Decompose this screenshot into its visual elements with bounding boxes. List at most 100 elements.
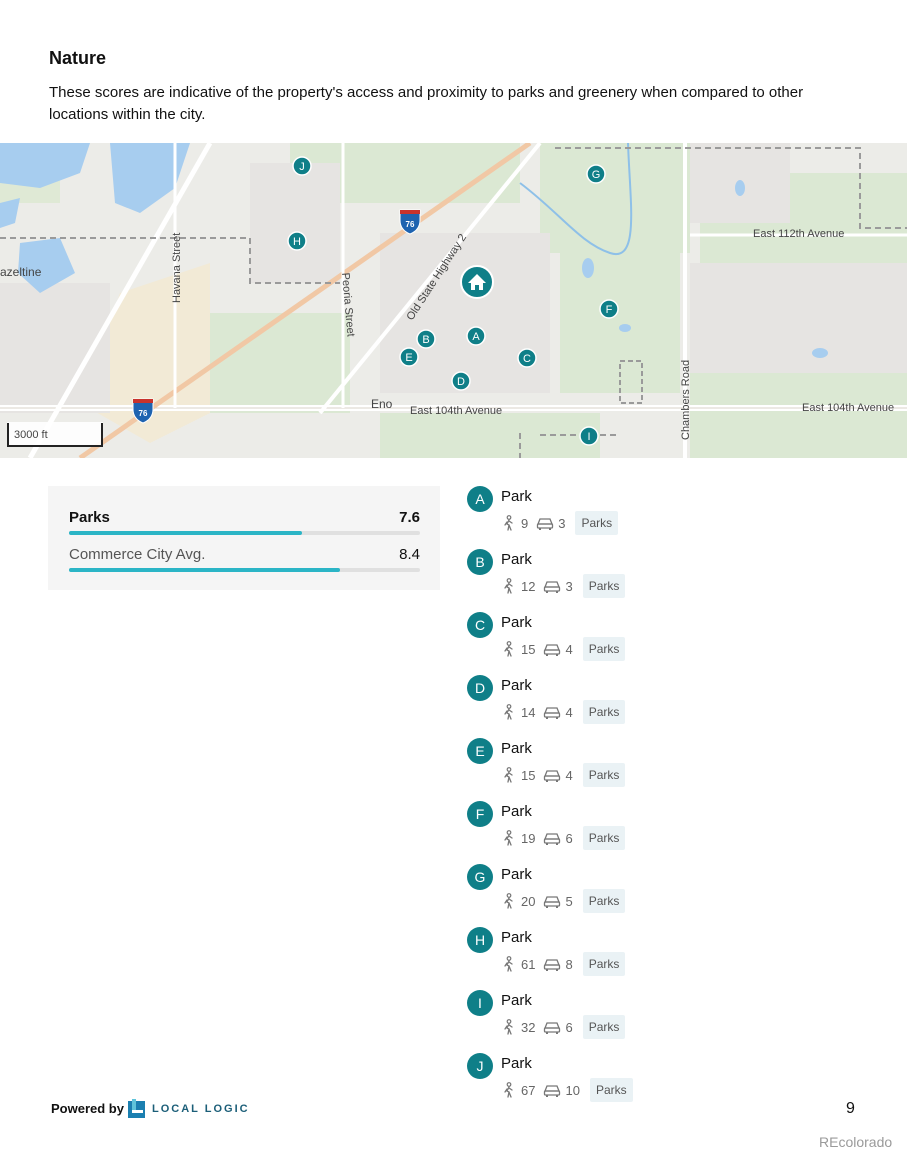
car-icon — [543, 578, 561, 594]
park-meta: 32 6 Parks — [501, 1014, 626, 1040]
local-logic-logo-icon — [128, 1099, 147, 1123]
walk-icon — [501, 830, 517, 846]
walk-minutes: 14 — [521, 704, 536, 720]
label-chambers-road: Chambers Road — [680, 360, 692, 440]
drive-minutes: 8 — [565, 956, 573, 972]
walk-minutes: 15 — [521, 767, 536, 783]
drive-minutes: 5 — [565, 893, 573, 909]
svg-text:B: B — [422, 334, 429, 346]
car-icon — [543, 1082, 561, 1098]
park-name: Park — [501, 1055, 532, 1072]
map-marker-E[interactable]: E — [399, 347, 419, 367]
park-meta: 19 6 Parks — [501, 825, 626, 851]
label-hazeltine: azeltine — [0, 265, 42, 279]
drive-minutes: 3 — [558, 515, 566, 531]
park-letter-badge: G — [467, 864, 493, 890]
walk-minutes: 9 — [521, 515, 529, 531]
map-marker-G[interactable]: G — [586, 164, 606, 184]
walk-minutes: 19 — [521, 830, 536, 846]
map-marker-F[interactable]: F — [599, 299, 619, 319]
map[interactable]: 76 76 Havana Street Peoria Street Old St… — [0, 143, 907, 458]
park-list-item-f[interactable]: F Park 19 6 Parks — [467, 801, 887, 861]
city-avg-label: Commerce City Avg. — [69, 546, 206, 563]
car-icon — [543, 641, 561, 657]
walk-minutes: 15 — [521, 641, 536, 657]
drive-minutes: 6 — [565, 830, 573, 846]
parks-score-label: Parks — [69, 509, 110, 526]
park-category-tag: Parks — [582, 574, 626, 598]
park-category-tag: Parks — [582, 826, 626, 850]
park-letter-badge: F — [467, 801, 493, 827]
powered-by-text: Powered by — [51, 1101, 124, 1116]
park-name: Park — [501, 488, 532, 505]
park-letter-badge: H — [467, 927, 493, 953]
park-list-item-c[interactable]: C Park 15 4 Parks — [467, 612, 887, 672]
park-letter-badge: I — [467, 990, 493, 1016]
parks-score-bar-fill — [69, 531, 303, 535]
home-marker[interactable] — [460, 265, 494, 299]
map-marker-J[interactable]: J — [292, 156, 312, 176]
walk-minutes: 20 — [521, 893, 536, 909]
label-east-104th-left: East 104th Avenue — [410, 405, 502, 417]
car-icon — [543, 704, 561, 720]
map-marker-B[interactable]: B — [416, 329, 436, 349]
drive-minutes: 6 — [565, 1019, 573, 1035]
park-category-tag: Parks — [582, 763, 626, 787]
car-icon — [543, 1019, 561, 1035]
park-list-item-j[interactable]: J Park 67 10 Parks — [467, 1053, 887, 1113]
map-marker-C[interactable]: C — [517, 348, 537, 368]
park-meta: 14 4 Parks — [501, 699, 626, 725]
park-name: Park — [501, 803, 532, 820]
park-list-item-a[interactable]: A Park 9 3 Parks — [467, 486, 887, 546]
map-canvas: 76 76 Havana Street Peoria Street Old St… — [0, 143, 907, 458]
park-letter-badge: J — [467, 1053, 493, 1079]
svg-text:D: D — [457, 376, 465, 388]
park-letter-badge: B — [467, 549, 493, 575]
walk-icon — [501, 641, 517, 657]
label-havana-street: Havana Street — [171, 233, 183, 303]
svg-text:H: H — [293, 236, 301, 248]
car-icon — [543, 893, 561, 909]
park-name: Park — [501, 614, 532, 631]
walk-icon — [501, 515, 517, 531]
park-category-tag: Parks — [582, 1015, 626, 1039]
drive-minutes: 4 — [565, 704, 573, 720]
park-letter-badge: C — [467, 612, 493, 638]
park-list-item-e[interactable]: E Park 15 4 Parks — [467, 738, 887, 798]
park-meta: 9 3 Parks — [501, 510, 619, 536]
park-name: Park — [501, 551, 532, 568]
svg-text:I: I — [587, 431, 590, 443]
car-icon — [543, 767, 561, 783]
park-letter-badge: E — [467, 738, 493, 764]
i76-label-top: 76 — [406, 220, 415, 229]
scores-panel: Parks 7.6 Commerce City Avg. 8.4 — [48, 486, 440, 590]
park-category-tag: Parks — [582, 637, 626, 661]
park-list-item-d[interactable]: D Park 14 4 Parks — [467, 675, 887, 735]
park-list-item-i[interactable]: I Park 32 6 Parks — [467, 990, 887, 1050]
park-list-item-h[interactable]: H Park 61 8 Parks — [467, 927, 887, 987]
map-marker-A[interactable]: A — [466, 326, 486, 346]
park-name: Park — [501, 866, 532, 883]
local-logic-brand: LOCAL LOGIC — [152, 1103, 250, 1115]
drive-minutes: 3 — [565, 578, 573, 594]
svg-text:J: J — [299, 161, 305, 173]
section-title: Nature — [49, 48, 107, 68]
map-marker-D[interactable]: D — [451, 371, 471, 391]
park-meta: 15 4 Parks — [501, 762, 626, 788]
parks-score-bar — [69, 531, 420, 535]
map-marker-I[interactable]: I — [579, 426, 599, 446]
park-meta: 61 8 Parks — [501, 951, 626, 977]
parks-score-value: 7.6 — [399, 509, 420, 526]
map-marker-H[interactable]: H — [287, 231, 307, 251]
park-letter-badge: D — [467, 675, 493, 701]
park-category-tag: Parks — [582, 700, 626, 724]
walk-icon — [501, 893, 517, 909]
park-list-item-b[interactable]: B Park 12 3 Parks — [467, 549, 887, 609]
walk-icon — [501, 704, 517, 720]
svg-text:E: E — [405, 352, 412, 364]
svg-text:G: G — [592, 169, 601, 181]
walk-minutes: 61 — [521, 956, 536, 972]
park-list-item-g[interactable]: G Park 20 5 Parks — [467, 864, 887, 924]
page-number: 9 — [846, 1100, 855, 1117]
park-name: Park — [501, 677, 532, 694]
